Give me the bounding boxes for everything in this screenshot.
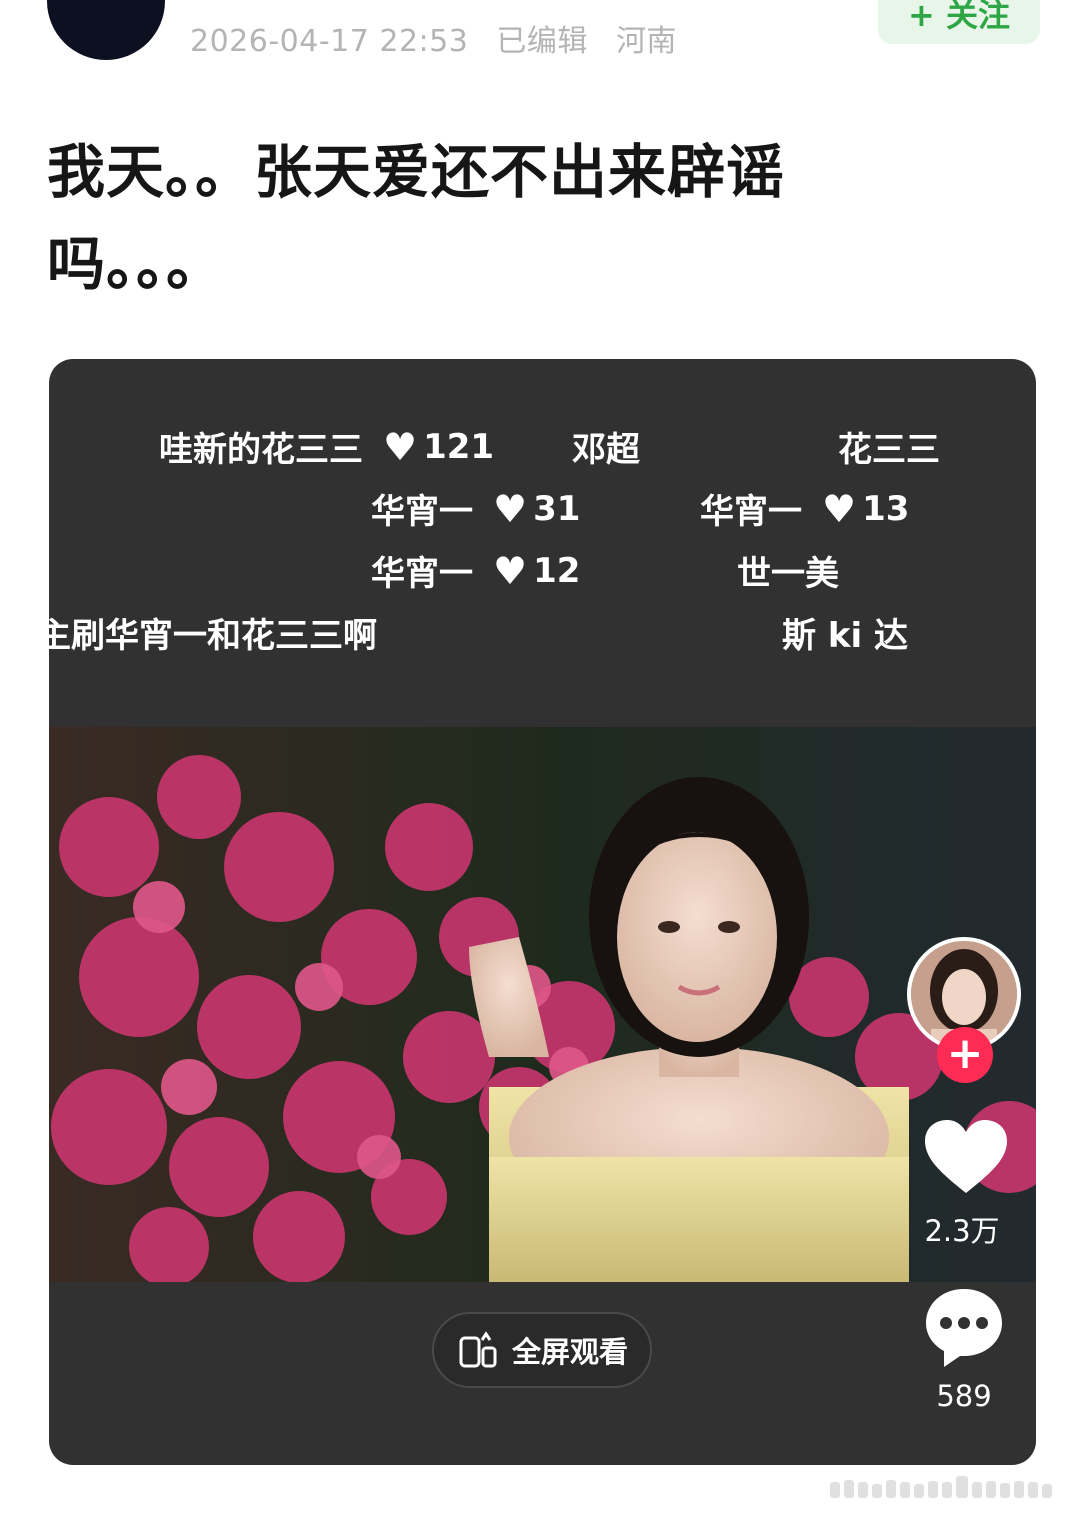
- video-card[interactable]: 哇新的花三三 ♥ 121 邓超 花三三 华宵一 ♥ 31 华宵一 ♥ 13 华宵一 ♥ 12 世…: [49, 359, 1036, 1465]
- watermark-logo: [830, 1476, 1052, 1498]
- video-frame[interactable]: [49, 727, 1036, 1282]
- heart-icon[interactable]: [921, 1117, 1011, 1197]
- like-count: 2.3万: [924, 1214, 1000, 1248]
- danmaku-item: 主刷华宵一和花三三啊: [49, 616, 377, 656]
- danmaku-item: 哇新的花三三 ♥ 121: [159, 424, 495, 471]
- post-meta: 2026-04-17 22:53 已编辑 河南: [190, 16, 695, 60]
- post-text: 我天。。张天爱还不出来辟谣 吗。。。: [47, 126, 927, 310]
- post-location: 河南: [615, 24, 677, 59]
- post-text-line-2: 吗。。。: [47, 230, 226, 298]
- plus-icon: +: [946, 1028, 984, 1079]
- follow-button[interactable]: + 关注: [878, 0, 1040, 44]
- heart-icon: ♥: [493, 486, 528, 531]
- danmaku-item: 华宵一 ♥ 12: [371, 548, 581, 595]
- danmaku-item: 世一美: [737, 554, 839, 594]
- danmaku-item: 花三三: [838, 430, 940, 470]
- fullscreen-icon: [459, 1331, 497, 1368]
- heart-icon: ♥: [383, 424, 418, 469]
- author-avatar[interactable]: [47, 0, 165, 60]
- danmaku-item: 斯 ki 达: [782, 616, 908, 656]
- fullscreen-label: 全屏观看: [511, 1335, 628, 1369]
- edited-label: 已编辑: [496, 24, 588, 59]
- danmaku-item: 华宵一 ♥ 31: [371, 486, 581, 533]
- post-text-line-1: 我天。。张天爱还不出来辟谣: [47, 138, 786, 206]
- comment-icon[interactable]: [922, 1285, 1006, 1369]
- comment-count: 589: [936, 1379, 992, 1413]
- fullscreen-button[interactable]: 全屏观看: [432, 1312, 652, 1388]
- heart-icon: ♥: [493, 548, 528, 593]
- danmaku-item: 华宵一 ♥ 13: [700, 486, 910, 533]
- danmaku-item: 邓超: [572, 430, 640, 470]
- video-scene: [49, 727, 1036, 1282]
- heart-icon: ♥: [822, 486, 857, 531]
- follow-plus-button[interactable]: +: [937, 1027, 993, 1083]
- post-timestamp: 2026-04-17 22:53: [190, 24, 469, 59]
